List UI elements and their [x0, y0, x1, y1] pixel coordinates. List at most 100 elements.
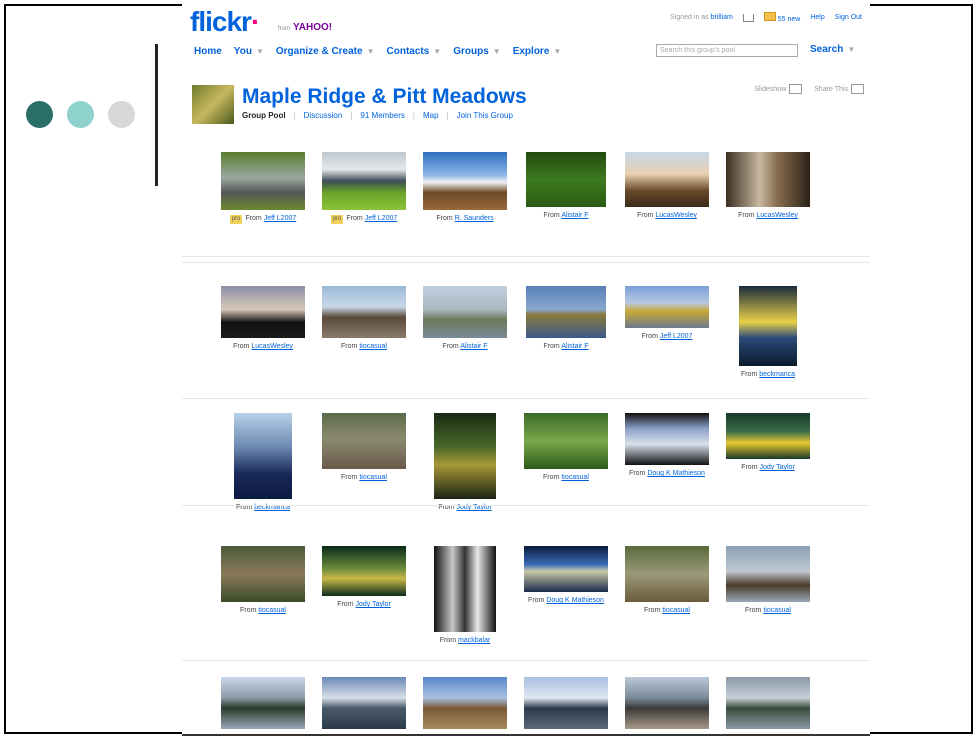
- photographer-link[interactable]: tiocasual: [561, 474, 589, 481]
- photo-thumbnail[interactable]: [423, 286, 507, 338]
- chevron-down-icon[interactable]: ▼: [433, 47, 441, 56]
- sign-out-link[interactable]: Sign Out: [835, 14, 862, 21]
- chevron-down-icon[interactable]: ▼: [367, 47, 375, 56]
- nav-contacts[interactable]: Contacts ▼: [387, 46, 442, 57]
- photographer-link[interactable]: Jeff L2007: [264, 215, 297, 222]
- slideshow-link[interactable]: Slideshow: [754, 84, 803, 94]
- photo-caption: From beckmanca: [721, 370, 815, 379]
- photo-thumbnail[interactable]: [524, 413, 608, 469]
- mail-count-link[interactable]: 55 new: [778, 16, 801, 23]
- photo-thumbnail[interactable]: [526, 286, 606, 338]
- tab-discussion[interactable]: Discussion: [304, 111, 343, 120]
- chevron-down-icon[interactable]: ▼: [553, 47, 561, 56]
- group-title[interactable]: Maple Ridge & Pitt Meadows: [242, 85, 527, 109]
- photo-caption: From tiocasual: [519, 473, 613, 482]
- caption-from-label: From: [644, 607, 661, 614]
- photo-thumbnail[interactable]: [221, 152, 305, 210]
- photo-thumbnail[interactable]: [726, 546, 810, 602]
- photographer-link[interactable]: Jeff L2007: [660, 333, 693, 340]
- photographer-link[interactable]: Jody Taylor: [760, 464, 795, 471]
- photo-caption: From Alistair F: [519, 211, 613, 220]
- share-link[interactable]: Share This: [814, 84, 864, 94]
- photo-thumbnail[interactable]: [322, 546, 406, 596]
- photo-thumbnail[interactable]: [625, 152, 709, 207]
- photo-thumbnail[interactable]: [221, 286, 305, 338]
- photographer-link[interactable]: R. Saunders: [455, 215, 494, 222]
- photographer-link[interactable]: Jody Taylor: [356, 601, 391, 608]
- photo-thumbnail[interactable]: [221, 546, 305, 602]
- photo-thumbnail[interactable]: [322, 413, 406, 469]
- photo-thumbnail[interactable]: [524, 546, 608, 592]
- search-button[interactable]: Search ▼: [810, 44, 855, 55]
- nav-you[interactable]: You ▼: [234, 46, 264, 57]
- help-link[interactable]: Help: [810, 14, 824, 21]
- photographer-link[interactable]: Doug K Mathieson: [546, 597, 604, 604]
- chevron-down-icon[interactable]: ▼: [256, 47, 264, 56]
- cart-icon[interactable]: [742, 13, 754, 22]
- photo-thumbnail[interactable]: [524, 677, 608, 729]
- photo-caption: From tiocasual: [317, 473, 411, 482]
- photographer-link[interactable]: tiocasual: [763, 607, 791, 614]
- tab-members[interactable]: 91 Members: [360, 111, 404, 120]
- photographer-link[interactable]: tiocasual: [359, 474, 387, 481]
- photo-caption: From Alistair F: [519, 342, 613, 351]
- nav-organize[interactable]: Organize & Create ▼: [276, 46, 375, 57]
- caption-from-label: From: [341, 343, 358, 350]
- photo-thumbnail[interactable]: [625, 677, 709, 729]
- join-group-link[interactable]: Join This Group: [457, 111, 513, 120]
- photographer-link[interactable]: Alistair F: [561, 212, 588, 219]
- photographer-link[interactable]: mackbalar: [458, 637, 490, 644]
- photographer-link[interactable]: tiocasual: [359, 343, 387, 350]
- photo-thumbnail[interactable]: [434, 413, 496, 499]
- photo-caption: From Alistair F: [418, 342, 512, 351]
- photo-thumbnail[interactable]: [234, 413, 292, 499]
- bottom-rule: [182, 734, 870, 736]
- photo-thumbnail[interactable]: [434, 546, 496, 632]
- chevron-down-icon[interactable]: ▼: [847, 45, 855, 54]
- photo-thumbnail[interactable]: [726, 152, 810, 207]
- photographer-link[interactable]: Alistair F: [460, 343, 487, 350]
- photo-thumbnail[interactable]: [726, 677, 810, 729]
- photo-thumbnail[interactable]: [423, 152, 507, 210]
- yahoo-logo: from YAHOO!: [278, 22, 333, 33]
- chevron-down-icon[interactable]: ▼: [493, 47, 501, 56]
- photo-thumbnail[interactable]: [726, 413, 810, 459]
- photo-thumbnail[interactable]: [322, 286, 406, 338]
- photo-thumbnail[interactable]: [526, 152, 606, 207]
- flickr-logo[interactable]: flickr·: [190, 6, 260, 38]
- photographer-link[interactable]: Doug K Mathieson: [647, 470, 705, 477]
- photo-caption: From LucasWesley: [620, 211, 714, 220]
- photographer-link[interactable]: tiocasual: [258, 607, 286, 614]
- photographer-link[interactable]: LucasWesley: [756, 212, 798, 219]
- nav-home[interactable]: Home: [194, 46, 222, 57]
- photo-thumbnail[interactable]: [625, 413, 709, 465]
- flickr-page: flickr· from YAHOO! Signed in as brilliam…: [182, 0, 870, 740]
- photo-thumbnail[interactable]: [221, 677, 305, 729]
- photo-thumbnail[interactable]: [625, 546, 709, 602]
- photo-thumbnail[interactable]: [322, 152, 406, 210]
- photographer-link[interactable]: Jeff L2007: [365, 215, 398, 222]
- photographer-link[interactable]: beckmanca: [759, 371, 795, 378]
- photographer-link[interactable]: LucasWesley: [655, 212, 697, 219]
- photographer-link[interactable]: LucasWesley: [251, 343, 293, 350]
- mail-indicator[interactable]: 55 new: [763, 12, 801, 23]
- caption-from-label: From: [341, 474, 358, 481]
- nav-groups[interactable]: Groups ▼: [453, 46, 500, 57]
- caption-from-label: From: [436, 215, 453, 222]
- photo-thumbnail[interactable]: [322, 677, 406, 729]
- signed-in-text: Signed in as brilliam: [670, 14, 733, 21]
- group-search-input[interactable]: Search this group's pool: [656, 44, 798, 57]
- tab-map[interactable]: Map: [423, 111, 439, 120]
- nav-explore[interactable]: Explore ▼: [513, 46, 562, 57]
- photo-thumbnail[interactable]: [625, 286, 709, 328]
- share-icon: [851, 84, 864, 94]
- photo-caption: From tiocasual: [317, 342, 411, 351]
- username-link[interactable]: brilliam: [711, 14, 733, 21]
- photographer-link[interactable]: Alistair F: [561, 343, 588, 350]
- photo-caption: From Jody Taylor: [721, 463, 815, 472]
- photographer-link[interactable]: tiocasual: [662, 607, 690, 614]
- photo-thumbnail[interactable]: [739, 286, 797, 366]
- tab-group-pool[interactable]: Group Pool: [242, 111, 286, 120]
- group-icon[interactable]: [192, 85, 234, 124]
- photo-thumbnail[interactable]: [423, 677, 507, 729]
